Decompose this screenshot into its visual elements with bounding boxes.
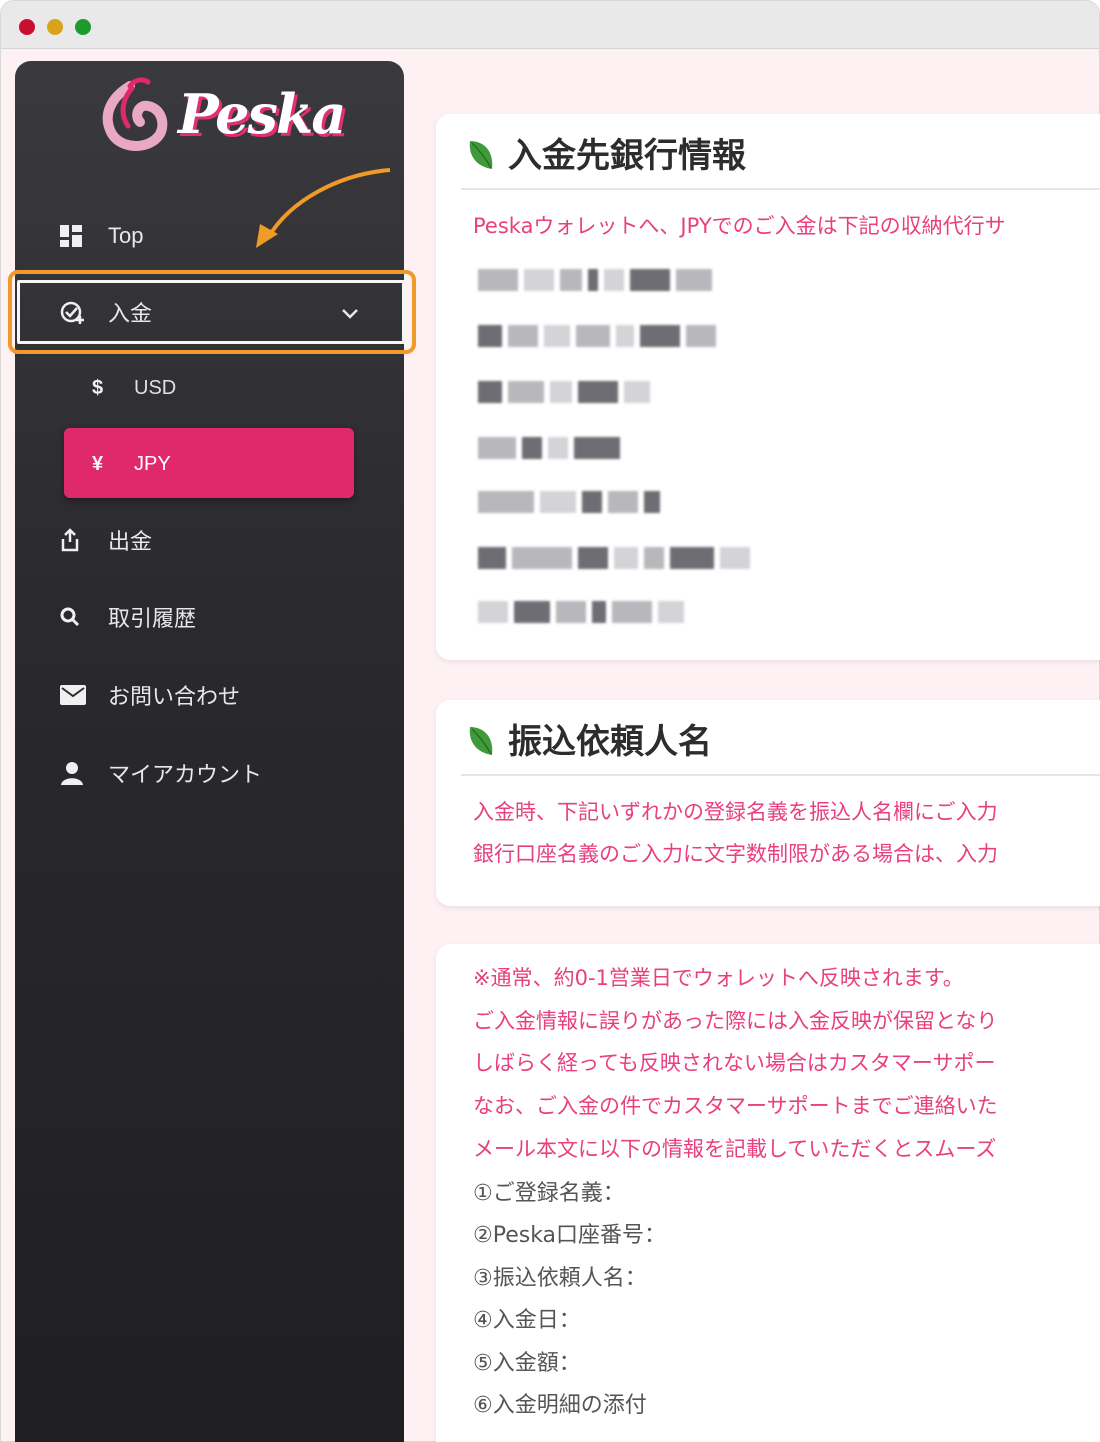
note-line: ご入金情報に誤りがあった際には入金反映が保留となり xyxy=(473,1009,998,1033)
redacted-line xyxy=(478,322,716,350)
sidebar-subitem-usd[interactable]: $ USD xyxy=(92,368,176,408)
minimize-window-button[interactable] xyxy=(47,19,63,35)
withdraw-icon xyxy=(60,528,90,552)
sidebar-item-top[interactable]: Top xyxy=(60,216,143,256)
leaf-icon xyxy=(469,726,493,755)
redacted-line xyxy=(478,544,750,572)
sidebar-item-label: Top xyxy=(108,223,144,248)
note-line: ※通常、約0-1営業日でウォレットへ反映されます。 xyxy=(473,966,964,990)
note-list-item: ④入金日： xyxy=(473,1308,581,1333)
sender-name-title-text: 振込依頼人名 xyxy=(508,722,712,762)
user-icon xyxy=(60,761,90,785)
redacted-line xyxy=(478,378,650,406)
chevron-down-icon[interactable] xyxy=(340,301,360,327)
note-list-item: ③振込依頼人名： xyxy=(473,1266,647,1291)
sidebar-item-withdraw[interactable]: 出金 xyxy=(60,520,152,560)
bank-info-title-text: 入金先銀行情報 xyxy=(508,136,746,176)
dollar-icon: $ xyxy=(92,376,104,399)
yen-icon: ¥ xyxy=(92,452,104,475)
sidebar-item-deposit[interactable]: 入金 xyxy=(60,292,360,332)
note-list-item: ⑥入金明細の添付 xyxy=(473,1393,647,1418)
divider xyxy=(461,774,1100,776)
logo-wordmark: Peska xyxy=(178,82,346,146)
sidebar-subitem-label: USD xyxy=(134,376,177,399)
sender-name-line: 入金時、下記いずれかの登録名義を振込人名欄にご入力 xyxy=(473,800,998,824)
sidebar-subitem-label: JPY xyxy=(134,452,171,475)
note-list-item: ②Peska口座番号： xyxy=(473,1223,667,1248)
mail-icon xyxy=(60,685,90,705)
pointer-arrow-icon xyxy=(256,168,391,248)
note-line: しばらく経っても反映されない場合はカスタマーサポー xyxy=(473,1051,996,1075)
leaf-icon xyxy=(469,140,493,169)
close-window-button[interactable] xyxy=(19,19,35,35)
redacted-line xyxy=(478,434,620,462)
notes-card: ※通常、約0-1営業日でウォレットへ反映されます。 ご入金情報に誤りがあった際に… xyxy=(436,944,1100,1442)
sidebar-item-label: 出金 xyxy=(108,529,153,554)
note-list-item: ⑤入金額： xyxy=(473,1351,581,1376)
sidebar-item-label: マイアカウント xyxy=(108,762,263,787)
sidebar-item-label: 取引履歴 xyxy=(108,606,197,631)
bank-info-title: 入金先銀行情報 xyxy=(466,128,746,177)
redacted-line xyxy=(478,266,712,294)
divider xyxy=(461,188,1100,190)
sender-name-line: 銀行口座名義のご入力に文字数制限がある場合は、入力 xyxy=(473,842,998,866)
sender-name-title: 振込依頼人名 xyxy=(466,714,712,763)
note-line: なお、ご入金の件でカスタマーサポートまでご連絡いた xyxy=(473,1094,998,1118)
dashboard-icon xyxy=(60,225,90,247)
redacted-line xyxy=(478,488,660,516)
sidebar-item-label: 入金 xyxy=(108,301,153,326)
sidebar xyxy=(15,61,404,1442)
note-line: メール本文に以下の情報を記載していただくとスムーズ xyxy=(473,1137,997,1161)
maximize-window-button[interactable] xyxy=(75,19,91,35)
sidebar-item-contact[interactable]: お問い合わせ xyxy=(60,675,240,715)
bank-info-card: 入金先銀行情報 Peskaウォレットへ、JPYでのご入金は下記の収納代行サ xyxy=(436,114,1100,660)
sidebar-item-label: お問い合わせ xyxy=(108,684,241,709)
bank-info-intro: Peskaウォレットへ、JPYでのご入金は下記の収納代行サ xyxy=(473,214,1006,238)
title-bar xyxy=(1,1,1099,49)
sidebar-item-history[interactable]: 取引履歴 xyxy=(60,597,196,637)
redacted-line xyxy=(478,598,684,626)
sidebar-item-account[interactable]: マイアカウント xyxy=(60,753,262,793)
deposit-icon xyxy=(60,300,90,324)
sidebar-subitem-jpy[interactable]: ¥ JPY xyxy=(92,444,171,484)
note-list-item: ①ご登録名義： xyxy=(473,1181,625,1206)
sender-name-card: 振込依頼人名 入金時、下記いずれかの登録名義を振込人名欄にご入力 銀行口座名義の… xyxy=(436,700,1100,906)
search-icon xyxy=(60,607,90,627)
